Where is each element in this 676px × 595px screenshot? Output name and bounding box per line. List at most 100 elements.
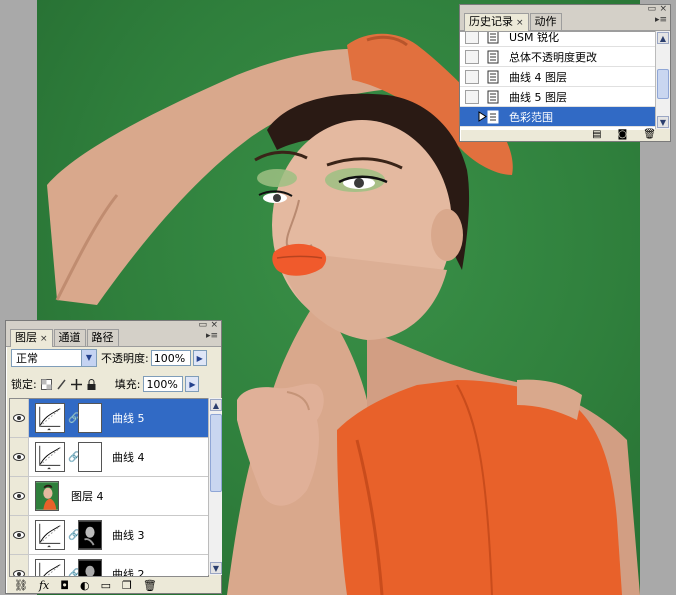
tab-close-icon[interactable]: ×: [516, 18, 524, 28]
history-tabs: 历史记录 × 动作: [460, 13, 670, 31]
history-footer: ▤ ◙ 🗑: [460, 129, 670, 141]
new-group-icon[interactable]: ▭: [101, 579, 111, 592]
close-icon[interactable]: ×: [210, 321, 218, 330]
history-checkbox[interactable]: [465, 89, 479, 104]
layer-mask-thumbnail[interactable]: [78, 442, 102, 472]
visibility-eye-icon[interactable]: [10, 477, 29, 515]
curves-adjustment-icon: [35, 559, 65, 576]
blend-mode-select[interactable]: 正常 ▼: [11, 349, 97, 367]
visibility-eye-icon[interactable]: [10, 516, 29, 554]
fill-field[interactable]: 100%: [143, 376, 184, 392]
layer-name[interactable]: 图层 4: [71, 488, 104, 504]
history-item[interactable]: 曲线 5 图层: [460, 87, 655, 107]
close-icon[interactable]: ×: [659, 5, 667, 14]
layers-titlebar[interactable]: ▭ ×: [6, 321, 221, 330]
tab-history-label: 历史记录: [469, 15, 513, 28]
collapse-icon[interactable]: ▭: [198, 321, 207, 330]
history-checkbox[interactable]: [465, 32, 479, 44]
tab-paths-label: 路径: [91, 331, 114, 344]
lock-move-icon[interactable]: [70, 378, 82, 390]
scroll-down-icon[interactable]: ▼: [657, 116, 669, 128]
history-checkbox[interactable]: [465, 49, 479, 64]
layer-row-selected[interactable]: 🔗 曲线 5: [10, 399, 208, 438]
tab-layers-label: 图层: [15, 331, 37, 344]
scroll-up-icon[interactable]: ▲: [210, 399, 222, 411]
history-item-label: USM 锐化: [509, 31, 560, 44]
opacity-label: 不透明度:: [101, 352, 149, 365]
layer-row[interactable]: 🔗 曲线 3: [10, 516, 208, 555]
fill-label: 填充:: [114, 378, 141, 391]
trash-icon[interactable]: 🗑: [643, 129, 656, 141]
layers-tabs: 图层 × 通道 路径: [6, 329, 221, 347]
layers-scrollbar[interactable]: ▲ ▼: [208, 398, 222, 575]
history-titlebar[interactable]: ▭ ×: [460, 5, 670, 14]
history-state-icon: [487, 70, 499, 83]
mask-link-icon[interactable]: 🔗: [68, 569, 80, 577]
tab-channels-label: 通道: [58, 331, 81, 344]
layer-row[interactable]: 图层 4: [10, 477, 208, 516]
collapse-icon[interactable]: ▭: [647, 5, 656, 14]
opacity-slider-icon[interactable]: ▶: [192, 350, 207, 366]
tab-layers[interactable]: 图层 ×: [10, 329, 53, 347]
mask-link-icon[interactable]: 🔗: [68, 530, 80, 541]
mask-link-icon[interactable]: 🔗: [68, 413, 80, 424]
tab-actions-label: 动作: [534, 15, 557, 28]
layer-name[interactable]: 曲线 2: [112, 566, 145, 576]
tab-actions[interactable]: 动作: [529, 13, 562, 30]
history-scrollbar[interactable]: ▲ ▼: [655, 31, 670, 129]
history-item[interactable]: 总体不透明度更改: [460, 47, 655, 67]
curves-adjustment-icon: [35, 442, 65, 472]
mask-link-icon[interactable]: 🔗: [68, 452, 80, 463]
visibility-eye-icon[interactable]: [10, 399, 29, 437]
history-state-icon: [487, 32, 499, 43]
adjustment-layer-icon[interactable]: ◐: [80, 579, 90, 592]
layer-row[interactable]: 🔗 曲线 2: [10, 555, 208, 577]
layer-row[interactable]: 🔗 曲线 4: [10, 438, 208, 477]
link-layers-icon[interactable]: ⛓: [14, 579, 28, 592]
history-checkbox[interactable]: [465, 109, 479, 124]
new-document-icon[interactable]: ▤: [592, 129, 601, 141]
layer-mask-thumbnail[interactable]: [78, 403, 102, 433]
history-brush-slider-icon[interactable]: [478, 111, 488, 122]
tab-history[interactable]: 历史记录 ×: [464, 13, 529, 31]
scroll-up-icon[interactable]: ▲: [657, 32, 669, 44]
curves-adjustment-icon: [35, 520, 65, 550]
lock-all-icon[interactable]: [86, 378, 97, 390]
lock-transparency-icon[interactable]: [40, 378, 52, 390]
snapshot-camera-icon[interactable]: ◙: [618, 129, 628, 141]
history-item[interactable]: USM 锐化: [460, 31, 655, 47]
new-layer-icon[interactable]: ❐: [122, 579, 132, 592]
visibility-eye-icon[interactable]: [10, 555, 29, 576]
lock-brush-icon[interactable]: [56, 379, 67, 390]
layer-mask-thumbnail[interactable]: [78, 559, 102, 577]
history-state-icon: [487, 90, 499, 103]
add-mask-icon[interactable]: ◘: [60, 579, 69, 592]
chevron-down-icon[interactable]: ▼: [81, 350, 96, 366]
tab-close-icon[interactable]: ×: [40, 334, 48, 344]
fill-slider-icon[interactable]: ▶: [185, 376, 200, 392]
layer-name[interactable]: 曲线 3: [112, 527, 145, 543]
visibility-eye-icon[interactable]: [10, 438, 29, 476]
history-state-icon: [487, 50, 499, 63]
scroll-thumb[interactable]: [210, 414, 222, 492]
history-item-label: 曲线 5 图层: [509, 90, 567, 104]
layers-panel: ▭ × 图层 × 通道 路径 ▸≡ 正常 ▼ 不透明度: 100% ▶ 锁定: 填…: [5, 320, 222, 594]
tab-paths[interactable]: 路径: [86, 329, 119, 346]
history-item[interactable]: 曲线 4 图层: [460, 67, 655, 87]
scroll-thumb[interactable]: [657, 69, 669, 99]
layer-mask-thumbnail[interactable]: [78, 520, 102, 550]
fx-icon[interactable]: fx: [39, 579, 49, 592]
curves-adjustment-icon: [35, 403, 65, 433]
history-item-selected[interactable]: 色彩范围: [460, 107, 655, 127]
delete-layer-icon[interactable]: 🗑: [143, 579, 157, 592]
panel-menu-icon[interactable]: ▸≡: [206, 331, 218, 341]
scroll-down-icon[interactable]: ▼: [210, 562, 222, 574]
tab-channels[interactable]: 通道: [53, 329, 86, 346]
history-state-icon: [487, 110, 499, 123]
layer-name[interactable]: 曲线 4: [112, 449, 145, 465]
panel-menu-icon[interactable]: ▸≡: [655, 15, 667, 25]
history-checkbox[interactable]: [465, 69, 479, 84]
layer-name[interactable]: 曲线 5: [112, 410, 145, 426]
history-item-label: 色彩范围: [509, 110, 553, 124]
opacity-field[interactable]: 100%: [150, 350, 191, 366]
